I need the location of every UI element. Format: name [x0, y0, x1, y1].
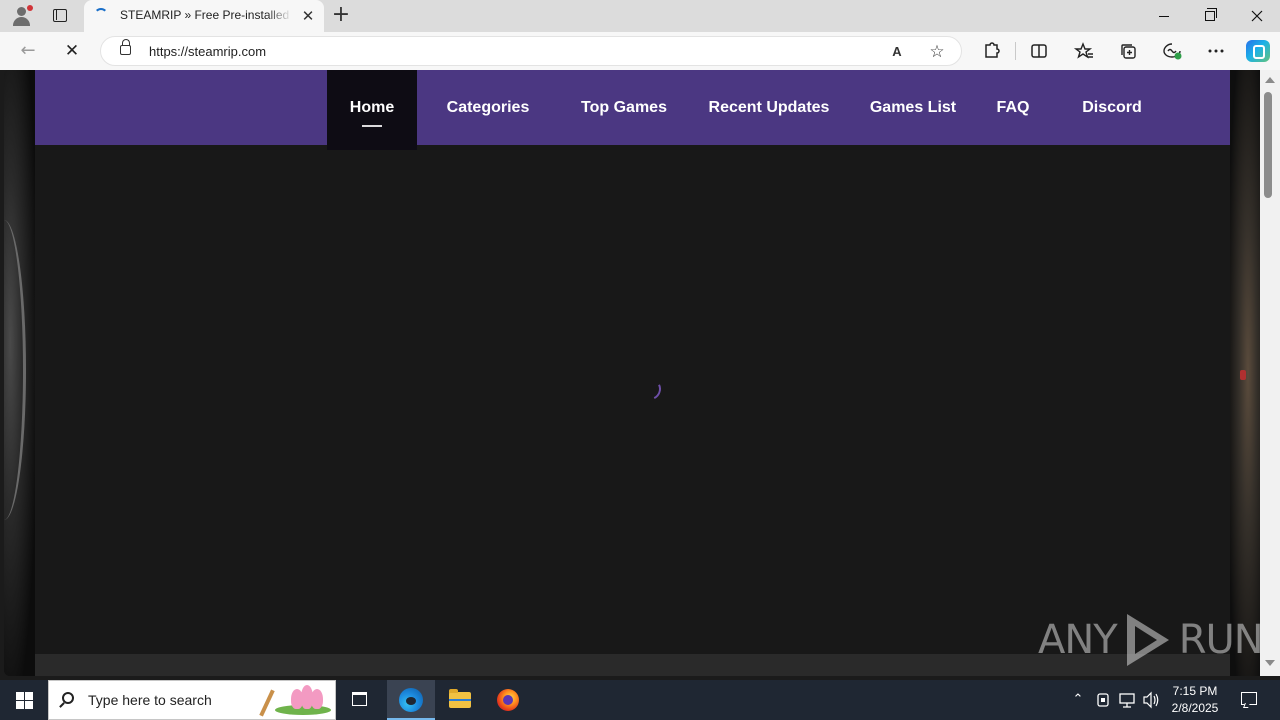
search-highlight-lotus-icon — [259, 685, 331, 717]
nav-recent-updates[interactable]: Recent Updates — [699, 70, 839, 145]
profile-icon[interactable] — [8, 4, 34, 28]
page-viewport: Home Categories Top Games Recent Updates… — [4, 70, 1260, 676]
scroll-thumb[interactable] — [1264, 92, 1272, 198]
nav-top-games[interactable]: Top Games — [570, 70, 678, 145]
nav-categories[interactable]: Categories — [435, 70, 541, 145]
watermark-left-text: ANY — [1038, 617, 1118, 663]
search-icon — [62, 692, 74, 704]
brush-shape — [259, 689, 275, 717]
site-navigation: Home Categories Top Games Recent Updates… — [35, 70, 1230, 150]
restore-icon — [1205, 8, 1217, 21]
nav-discord[interactable]: Discord — [1071, 70, 1153, 145]
firefox-icon — [497, 689, 519, 711]
stop-loading-button[interactable]: ✕ — [61, 40, 83, 62]
read-aloud-icon[interactable]: A — [887, 42, 907, 62]
clock-date: 2/8/2025 — [1171, 701, 1219, 715]
background-art-left — [4, 70, 35, 676]
browser-essentials-icon[interactable] — [1161, 40, 1183, 62]
nav-games-list[interactable]: Games List — [861, 70, 965, 145]
tab-loading-icon — [94, 8, 108, 22]
start-button[interactable] — [0, 680, 48, 720]
taskbar-clock[interactable]: 7:15 PM 2/8/2025 — [1166, 683, 1224, 717]
back-button[interactable]: ← — [17, 40, 39, 62]
close-icon — [1251, 10, 1263, 22]
window-minimize-button[interactable] — [1141, 0, 1187, 32]
tab-title: STEAMRIP » Free Pre-installed Steam Game… — [120, 8, 292, 22]
browser-tab-steamrip[interactable]: STEAMRIP » Free Pre-installed Steam Game… — [84, 0, 324, 32]
network-icon[interactable] — [1117, 680, 1137, 720]
scroll-down-arrow-icon[interactable] — [1265, 660, 1275, 666]
nav-faq[interactable]: FAQ — [985, 70, 1041, 145]
window-close-button[interactable] — [1234, 0, 1280, 32]
taskbar-firefox-button[interactable] — [484, 680, 532, 720]
taskbar-file-explorer-button[interactable] — [436, 680, 484, 720]
red-glow — [1240, 370, 1246, 380]
scroll-up-arrow-icon[interactable] — [1265, 77, 1275, 83]
page-scrollbar[interactable] — [1260, 70, 1280, 676]
windows-logo-pane — [25, 701, 33, 709]
nav-home[interactable]: Home — [327, 70, 417, 150]
loading-spinner — [635, 374, 665, 404]
copilot-icon[interactable] — [1246, 40, 1270, 62]
taskbar-search-box[interactable]: Type here to search — [48, 680, 336, 720]
lock-icon[interactable] — [120, 39, 131, 55]
favorites-icon[interactable] — [1073, 40, 1095, 62]
edge-icon — [399, 688, 423, 712]
bow-silhouette — [4, 220, 26, 520]
more-icon[interactable] — [1205, 40, 1227, 62]
volume-icon[interactable] — [1141, 680, 1161, 720]
favorite-star-icon[interactable]: ☆ — [927, 42, 947, 62]
tab-actions-square — [53, 9, 67, 22]
address-url[interactable]: https://steamrip.com — [149, 44, 266, 59]
profile-notification-dot — [27, 5, 33, 11]
taskbar-edge-button[interactable] — [387, 680, 435, 720]
watermark-play-icon — [1121, 610, 1175, 670]
windows-logo-pane — [16, 692, 24, 700]
site-container: Home Categories Top Games Recent Updates… — [35, 70, 1230, 676]
device-icon[interactable] — [1093, 680, 1113, 720]
notification-icon — [1241, 692, 1257, 705]
watermark-right-text: RUN — [1178, 617, 1264, 663]
petal-shape — [311, 689, 323, 709]
profile-head-shape — [17, 7, 26, 16]
task-view-icon — [352, 692, 367, 706]
windows-taskbar: Type here to search ⌃ 7:15 PM 2/8/2025 — [0, 680, 1280, 720]
collections-icon[interactable] — [1117, 40, 1139, 62]
tab-close-icon[interactable]: ✕ — [300, 8, 316, 24]
address-bar[interactable]: https://steamrip.com A ☆ — [100, 36, 962, 66]
extensions-icon[interactable] — [980, 40, 1002, 62]
search-placeholder: Type here to search — [88, 692, 212, 708]
file-explorer-icon — [449, 689, 471, 708]
profile-body-shape — [13, 17, 30, 26]
tab-actions-icon[interactable] — [50, 6, 70, 26]
tray-overflow-chevron-icon[interactable]: ⌃ — [1068, 680, 1088, 720]
task-view-button[interactable] — [336, 680, 384, 720]
toolbar-separator — [1015, 42, 1016, 60]
browser-tab-bar: STEAMRIP » Free Pre-installed Steam Game… — [0, 0, 1280, 32]
minimize-icon — [1159, 15, 1169, 17]
windows-logo-pane — [16, 701, 24, 709]
clock-time: 7:15 PM — [1172, 684, 1218, 698]
notification-center-button[interactable] — [1232, 680, 1268, 720]
background-art-right — [1230, 70, 1260, 676]
windows-logo-pane — [25, 692, 33, 700]
split-screen-icon[interactable] — [1028, 40, 1050, 62]
anyrun-watermark: ANY RUN — [1038, 610, 1264, 670]
window-restore-button[interactable] — [1187, 0, 1233, 32]
new-tab-button[interactable]: + — [330, 4, 352, 28]
